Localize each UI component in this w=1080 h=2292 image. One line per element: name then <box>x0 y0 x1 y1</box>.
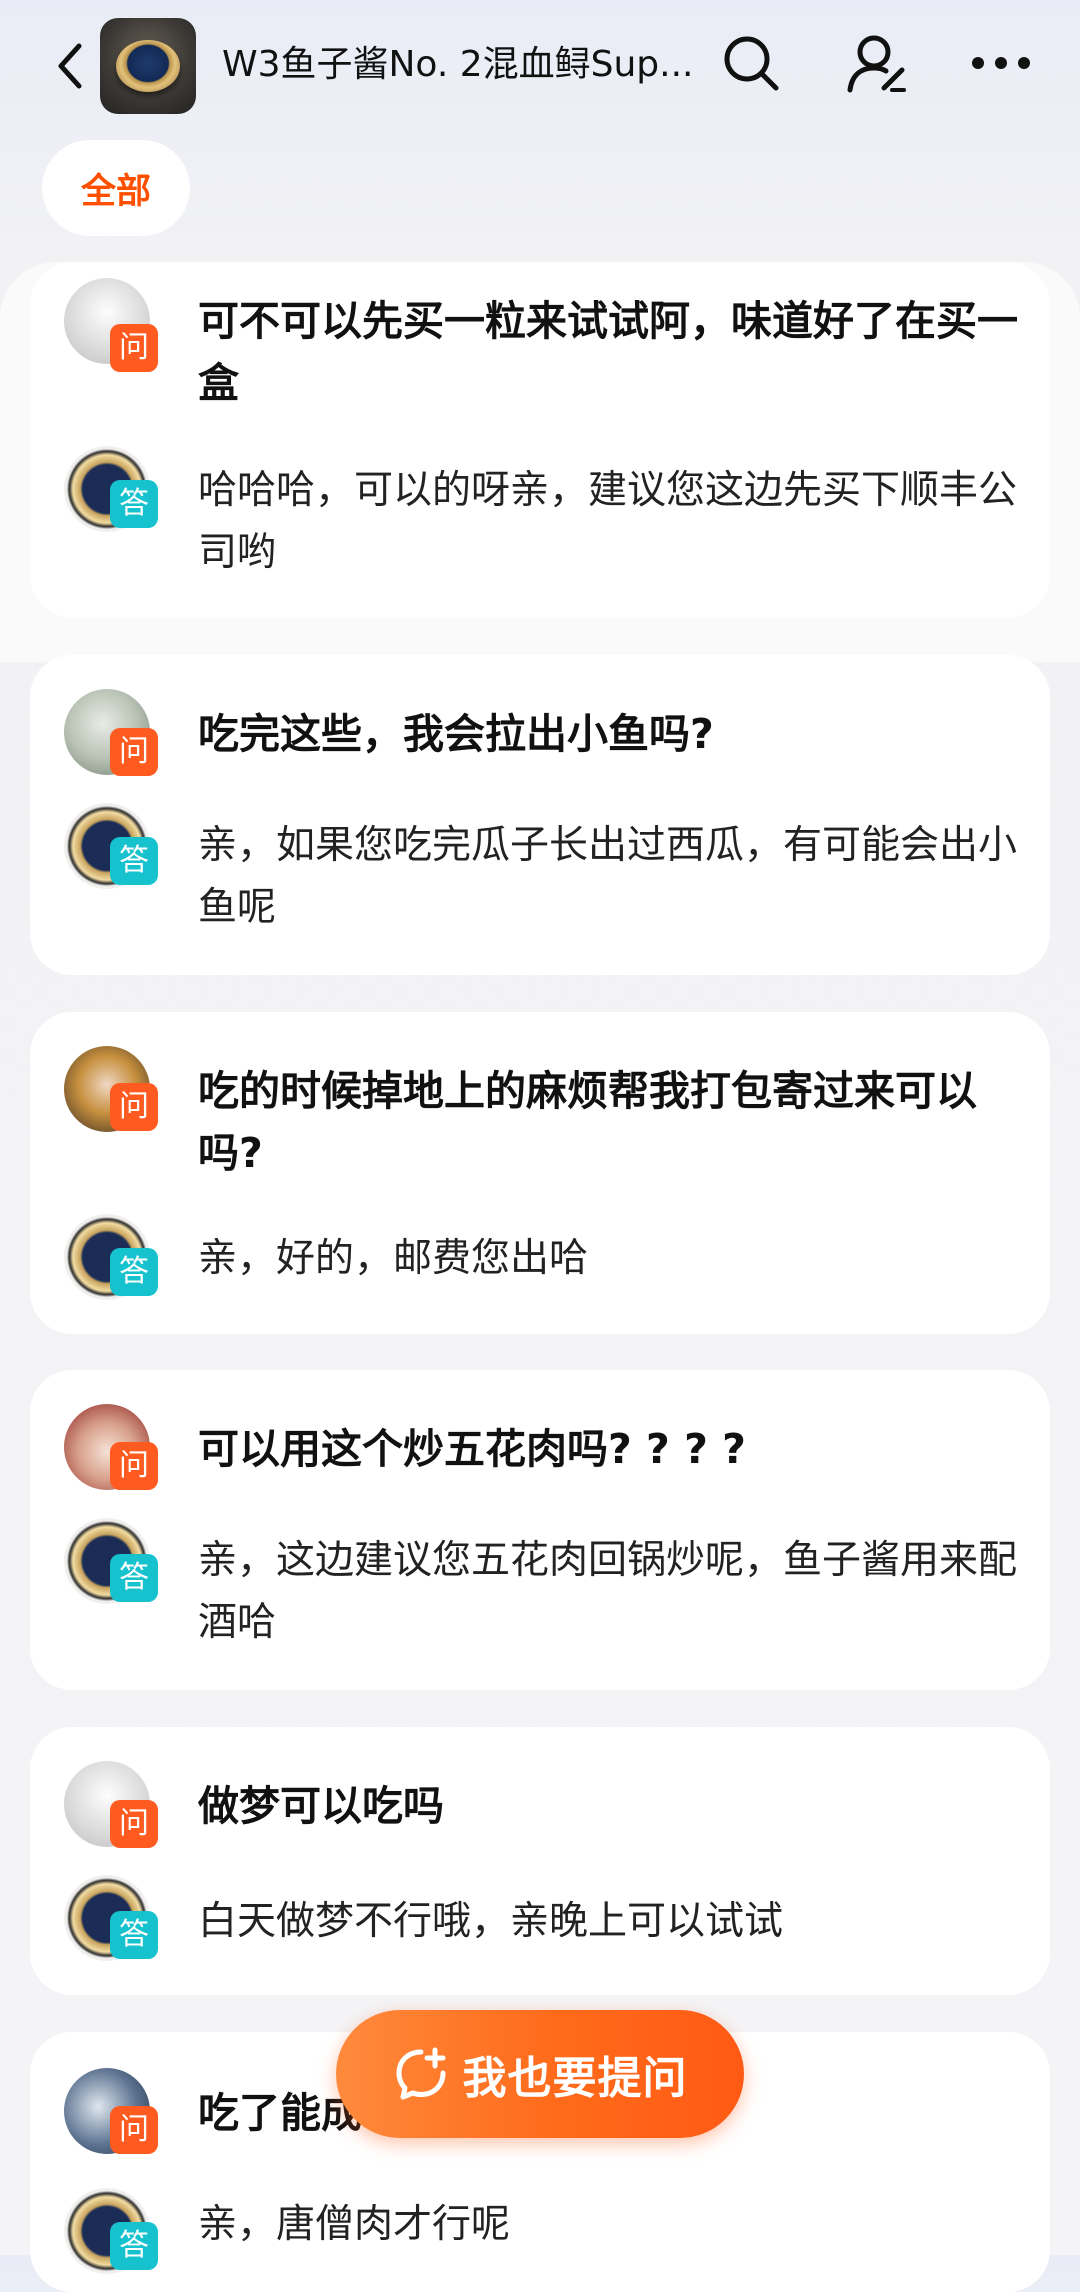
qa-card[interactable]: 问 可不可以先买一粒来试试阿，味道好了在买一盒 答 哈哈哈，可以的呀亲，建议您这… <box>30 262 1050 618</box>
question-text: 吃的时候掉地上的麻烦帮我打包寄过来可以吗? <box>198 1067 977 1177</box>
answer-text: 哈哈哈，可以的呀亲，建议您这边先买下顺丰公司哟 <box>198 468 1018 575</box>
question-text: 可不可以先买一粒来试试阿，味道好了在买一盒 <box>198 297 1018 407</box>
ask-badge: 问 <box>110 2106 158 2154</box>
question-text: 可以用这个炒五花肉吗? ? ? ? <box>198 1425 746 1473</box>
qa-card[interactable]: 问 吃的时候掉地上的麻烦帮我打包寄过来可以吗? 答 亲，好的，邮费您出哈 <box>30 1012 1050 1334</box>
answer-badge: 答 <box>110 2222 158 2270</box>
chat-plus-icon <box>396 2047 445 2100</box>
ask-question-label: 我也要提问 <box>462 2053 688 2104</box>
answer-badge: 答 <box>110 1554 158 1602</box>
qa-card[interactable]: 问 可以用这个炒五花肉吗? ? ? ? 答 亲，这边建议您五花肉回锅炒呢，鱼子酱… <box>30 1370 1050 1690</box>
question-text: 吃完这些，我会拉出小鱼吗? <box>198 710 714 758</box>
ask-badge: 问 <box>110 324 158 372</box>
answer-badge: 答 <box>110 1911 158 1959</box>
ask-question-button[interactable]: 我也要提问 <box>336 2010 744 2138</box>
qa-card[interactable]: 问 吃完这些，我会拉出小鱼吗? 答 亲，如果您吃完瓜子长出过西瓜，有可能会出小鱼… <box>30 655 1050 975</box>
question-text: 做梦可以吃吗 <box>198 1782 444 1830</box>
answer-text: 白天做梦不行哦，亲晚上可以试试 <box>198 1899 784 1944</box>
answer-text: 亲，如果您吃完瓜子长出过西瓜，有可能会出小鱼呢 <box>198 823 1018 930</box>
answer-text: 亲，好的，邮费您出哈 <box>198 1236 589 1281</box>
answer-badge: 答 <box>110 480 158 528</box>
ask-badge: 问 <box>110 1800 158 1848</box>
ask-badge: 问 <box>110 1083 158 1131</box>
ask-badge: 问 <box>110 1442 158 1490</box>
answer-text: 亲，唐僧肉才行呢 <box>198 2202 511 2247</box>
qa-card[interactable]: 问 做梦可以吃吗 答 白天做梦不行哦，亲晚上可以试试 <box>30 1727 1050 1995</box>
answer-badge: 答 <box>110 837 158 885</box>
answer-badge: 答 <box>110 1248 158 1296</box>
ask-badge: 问 <box>110 728 158 776</box>
answer-text: 亲，这边建议您五花肉回锅炒呢，鱼子酱用来配酒哈 <box>198 1538 1018 1645</box>
qa-list: 问 可不可以先买一粒来试试阿，味道好了在买一盒 答 哈哈哈，可以的呀亲，建议您这… <box>0 0 1080 2292</box>
